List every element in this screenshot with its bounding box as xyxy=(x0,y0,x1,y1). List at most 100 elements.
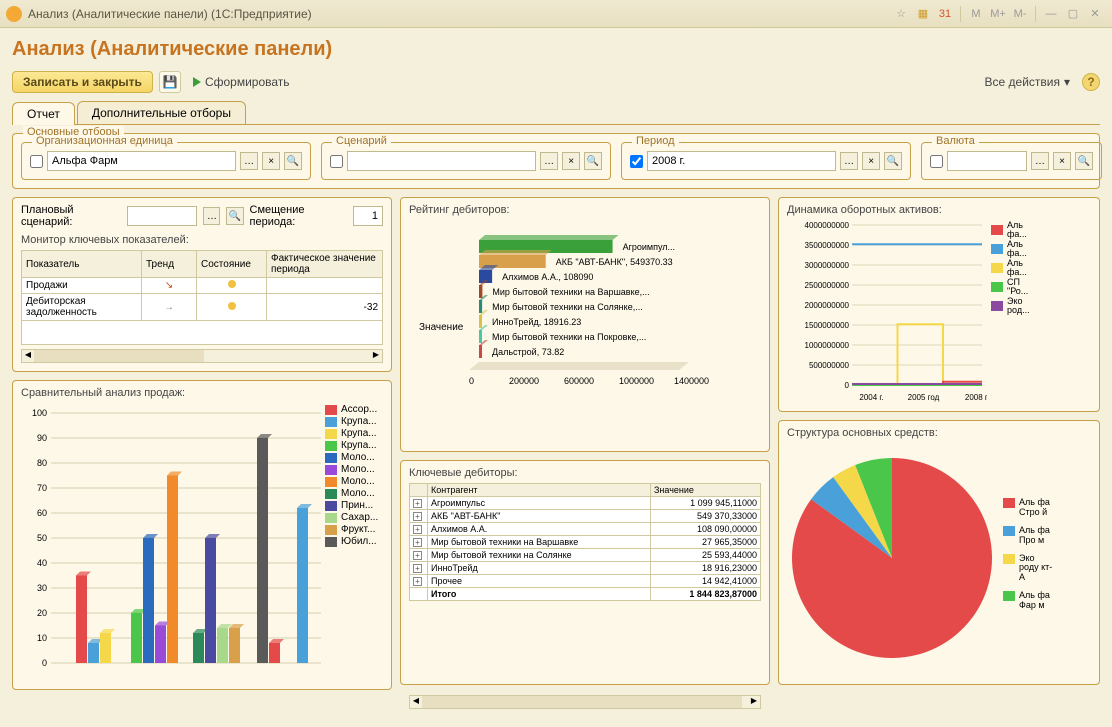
scenario-ellipsis-icon[interactable]: … xyxy=(540,152,558,170)
svg-text:2000000000: 2000000000 xyxy=(805,301,850,310)
table-row[interactable]: +Алхимов А.А.108 090,00000 xyxy=(410,523,761,536)
currency-ellipsis-icon[interactable]: … xyxy=(1031,152,1049,170)
filter-currency: Валюта … × 🔍 xyxy=(921,142,1102,180)
table-row[interactable]: +ИнноТрейд18 916,23000 xyxy=(410,562,761,575)
page-title: Анализ (Аналитические панели) xyxy=(12,38,1100,61)
org-ellipsis-icon[interactable]: … xyxy=(240,152,258,170)
expand-icon[interactable]: + xyxy=(413,577,422,586)
expand-icon[interactable]: + xyxy=(413,512,422,521)
fav-icon[interactable]: ☆ xyxy=(892,5,910,23)
plan-ellipsis-icon[interactable]: … xyxy=(203,207,220,225)
filter-scenario: Сценарий … × 🔍 xyxy=(321,142,611,180)
toolbar: Записать и закрыть 💾 Сформировать Все де… xyxy=(12,71,1100,93)
scenario-search-icon[interactable]: 🔍 xyxy=(584,152,602,170)
structure-legend: Аль фа Стро йАль фа Про мЭко роду кт-ААл… xyxy=(1003,497,1053,619)
svg-text:80: 80 xyxy=(37,458,47,468)
kpi-h3: Фактическое значение периода xyxy=(267,251,383,278)
period-clear-icon[interactable]: × xyxy=(862,152,880,170)
legend-item: Эко роду кт-А xyxy=(1003,554,1053,584)
org-checkbox[interactable] xyxy=(30,155,43,168)
legend-item: Аль фа Фар м xyxy=(1003,591,1053,611)
currency-checkbox[interactable] xyxy=(930,155,943,168)
org-search-icon[interactable]: 🔍 xyxy=(284,152,302,170)
table-row[interactable]: +АКБ "АВТ-БАНК"549 370,33000 xyxy=(410,510,761,523)
dynamics-line-chart: 0500000000100000000015000000002000000000… xyxy=(787,220,987,405)
mem-minus-icon[interactable]: M- xyxy=(1011,5,1029,23)
svg-text:Мир бытовой техники на Покровк: Мир бытовой техники на Покровке,... xyxy=(492,332,646,342)
svg-text:2005 год: 2005 год xyxy=(908,393,940,402)
chevron-down-icon: ▾ xyxy=(1064,75,1070,89)
table-row[interactable]: +Мир бытовой техники на Солянке25 593,44… xyxy=(410,549,761,562)
svg-text:1000000000: 1000000000 xyxy=(805,341,850,350)
legend-item: Крупа... xyxy=(325,416,378,427)
mem-m-icon[interactable]: M xyxy=(967,5,985,23)
legend-item: Юбил... xyxy=(325,536,378,547)
table-row[interactable]: +Мир бытовой техники на Варшавке27 965,3… xyxy=(410,536,761,549)
filter-org: Организационная единица … × 🔍 xyxy=(21,142,311,180)
table-row[interactable]: +Агроимпульс1 099 945,11000 xyxy=(410,497,761,510)
svg-text:50: 50 xyxy=(37,533,47,543)
legend-item: Ассор... xyxy=(325,404,378,415)
plan-scenario-input[interactable] xyxy=(127,206,197,226)
kpi-h2: Состояние xyxy=(197,251,267,278)
currency-clear-icon[interactable]: × xyxy=(1053,152,1071,170)
period-checkbox[interactable] xyxy=(630,155,643,168)
period-search-icon[interactable]: 🔍 xyxy=(884,152,902,170)
expand-icon[interactable]: + xyxy=(413,525,422,534)
scenario-input[interactable] xyxy=(347,151,536,171)
minimize-icon[interactable]: — xyxy=(1042,5,1060,23)
svg-text:1500000000: 1500000000 xyxy=(805,321,850,330)
svg-text:0: 0 xyxy=(469,376,474,386)
expand-icon[interactable]: + xyxy=(413,499,422,508)
svg-text:40: 40 xyxy=(37,558,47,568)
tab-report[interactable]: Отчет xyxy=(12,102,75,125)
close-icon[interactable]: ✕ xyxy=(1086,5,1104,23)
table-row[interactable]: +Прочее14 942,41000 xyxy=(410,575,761,588)
currency-input[interactable] xyxy=(947,151,1027,171)
svg-text:Алхимов А.А., 108090: Алхимов А.А., 108090 xyxy=(502,272,593,282)
svg-text:600000: 600000 xyxy=(564,376,594,386)
org-clear-icon[interactable]: × xyxy=(262,152,280,170)
legend-item: Моло... xyxy=(325,452,378,463)
org-input[interactable] xyxy=(47,151,236,171)
svg-text:0: 0 xyxy=(42,658,47,668)
calendar-icon[interactable]: 31 xyxy=(936,5,954,23)
legend-item: Фрукт... xyxy=(325,524,378,535)
debitors-table: Контрагент Значение +Агроимпульс1 099 94… xyxy=(409,483,761,601)
expand-icon[interactable]: + xyxy=(413,551,422,560)
expand-icon[interactable]: + xyxy=(413,538,422,547)
plan-search-icon[interactable]: 🔍 xyxy=(226,207,243,225)
structure-panel: Структура основных средств: Аль фа Стро … xyxy=(778,420,1100,685)
total-row: Итого1 844 823,87000 xyxy=(410,588,761,601)
trend-flat-icon: → xyxy=(164,302,174,313)
debitors-scrollbar[interactable]: ◀▶ xyxy=(409,695,761,709)
scenario-clear-icon[interactable]: × xyxy=(562,152,580,170)
legend-item: Моло... xyxy=(325,488,378,499)
tab-extra-filters[interactable]: Дополнительные отборы xyxy=(77,101,246,124)
filter-period: Период … × 🔍 xyxy=(621,142,911,180)
offset-input[interactable] xyxy=(353,206,383,226)
scenario-checkbox[interactable] xyxy=(330,155,343,168)
svg-text:0: 0 xyxy=(845,381,850,390)
legend-item: Крупа... xyxy=(325,428,378,439)
save-icon[interactable]: 💾 xyxy=(159,71,181,93)
rating-title: Рейтинг дебиторов: xyxy=(409,204,761,216)
all-actions-button[interactable]: Все действия ▾ xyxy=(979,73,1077,91)
mem-plus-icon[interactable]: M+ xyxy=(989,5,1007,23)
svg-text:Мир бытовой техники на Варшавк: Мир бытовой техники на Варшавке,... xyxy=(492,287,649,297)
generate-button[interactable]: Сформировать xyxy=(187,73,296,91)
calc-icon[interactable]: ▦ xyxy=(914,5,932,23)
help-icon[interactable]: ? xyxy=(1082,73,1100,91)
currency-search-icon[interactable]: 🔍 xyxy=(1075,152,1093,170)
legend-item: Аль фа Про м xyxy=(1003,526,1053,546)
legend-item: Аль фа... xyxy=(991,240,1037,258)
period-input[interactable] xyxy=(647,151,836,171)
window-title: Анализ (Аналитические панели) (1С:Предпр… xyxy=(28,7,890,21)
debitors-title: Ключевые дебиторы: xyxy=(409,467,761,479)
kpi-scrollbar[interactable]: ◀▶ xyxy=(21,349,383,363)
kpi-h1: Тренд xyxy=(142,251,197,278)
maximize-icon[interactable]: ▢ xyxy=(1064,5,1082,23)
save-close-button[interactable]: Записать и закрыть xyxy=(12,71,153,93)
period-ellipsis-icon[interactable]: … xyxy=(840,152,858,170)
expand-icon[interactable]: + xyxy=(413,564,422,573)
